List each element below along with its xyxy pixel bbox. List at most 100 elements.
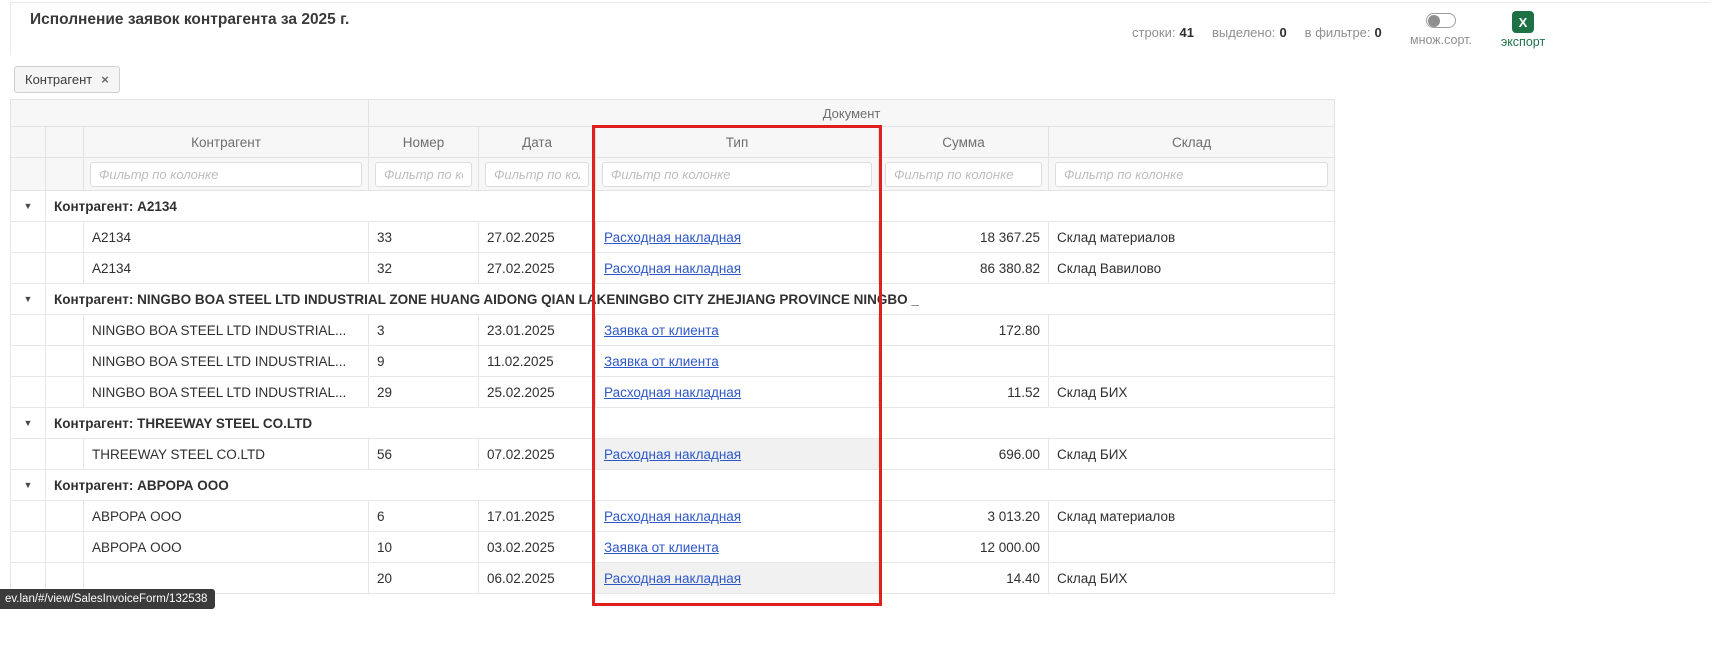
cell-type: Расходная накладная	[596, 439, 879, 470]
cell-number: 3	[369, 315, 479, 346]
cell-type: Расходная накладная	[596, 377, 879, 408]
cell-warehouse	[1049, 346, 1335, 377]
cell-number: 33	[369, 222, 479, 253]
header-select-col	[46, 127, 84, 158]
cell-amount: 11.52	[879, 377, 1049, 408]
cell-amount: 3 013.20	[879, 501, 1049, 532]
cell-warehouse: Склад БИХ	[1049, 439, 1335, 470]
filter-input-type[interactable]	[602, 162, 872, 187]
document-type-link[interactable]: Заявка от клиента	[604, 323, 719, 338]
group-collapse-toggle[interactable]: ▼	[11, 408, 46, 439]
cell-date: 23.01.2025	[479, 315, 596, 346]
cell-number: 29	[369, 377, 479, 408]
cell-select	[46, 346, 84, 377]
cell-amount: 696.00	[879, 439, 1049, 470]
document-type-link[interactable]: Расходная накладная	[604, 509, 741, 524]
table-row: АВРОРА ООО617.01.2025Расходная накладная…	[11, 501, 1335, 532]
group-row: ▼ Контрагент: АВРОРА ООО	[11, 470, 1335, 501]
filter-input-counterparty[interactable]	[90, 162, 362, 187]
header-spacer	[11, 100, 369, 127]
cell-arrow	[11, 222, 46, 253]
column-header-amount[interactable]: Сумма	[879, 127, 1049, 158]
column-header-warehouse[interactable]: Склад	[1049, 127, 1335, 158]
column-header-counterparty[interactable]: Контрагент	[84, 127, 369, 158]
document-type-link[interactable]: Расходная накладная	[604, 447, 741, 462]
close-icon[interactable]: ×	[101, 73, 109, 86]
column-header-number[interactable]: Номер	[369, 127, 479, 158]
group-collapse-toggle[interactable]: ▼	[11, 284, 46, 315]
group-chip-label: Контрагент	[25, 72, 92, 87]
rows-count-label: строки:	[1132, 25, 1175, 40]
table-row: А21343227.02.2025Расходная накладная86 3…	[11, 253, 1335, 284]
cell-number: 6	[369, 501, 479, 532]
cell-select	[46, 501, 84, 532]
cell-counterparty: АВРОРА ООО	[84, 501, 369, 532]
column-header-date[interactable]: Дата	[479, 127, 596, 158]
selected-count-value: 0	[1279, 25, 1286, 40]
export-label: экспорт	[1499, 35, 1547, 49]
group-collapse-toggle[interactable]: ▼	[11, 191, 46, 222]
page-title: Исполнение заявок контрагента за 2025 г.	[30, 11, 349, 29]
cell-arrow	[11, 315, 46, 346]
cell-warehouse	[1049, 315, 1335, 346]
table-row: NINGBO BOA STEEL LTD INDUSTRIAL...323.01…	[11, 315, 1335, 346]
chevron-down-icon: ▼	[24, 480, 33, 490]
cell-number: 32	[369, 253, 479, 284]
link-url-tooltip: ev.lan/#/view/SalesInvoiceForm/132538	[0, 589, 215, 609]
document-type-link[interactable]: Расходная накладная	[604, 230, 741, 245]
group-collapse-toggle[interactable]: ▼	[11, 470, 46, 501]
group-row: ▼Контрагент: THREEWAY STEEL CO.LTD	[11, 408, 1335, 439]
filter-input-number[interactable]	[375, 162, 472, 187]
cell-arrow	[11, 377, 46, 408]
filter-input-date[interactable]	[485, 162, 589, 187]
cell-amount: 14.40	[879, 563, 1049, 594]
table-row: THREEWAY STEEL CO.LTD5607.02.2025Расходн…	[11, 439, 1335, 470]
cell-date: 11.02.2025	[479, 346, 596, 377]
header-arrow-col	[11, 127, 46, 158]
cell-counterparty: NINGBO BOA STEEL LTD INDUSTRIAL...	[84, 346, 369, 377]
group-label: Контрагент: АВРОРА ООО	[46, 470, 1335, 501]
cell-type: Заявка от клиента	[596, 532, 879, 563]
link-url-text: ev.lan/#/view/SalesInvoiceForm/132538	[5, 593, 207, 605]
cell-amount: 86 380.82	[879, 253, 1049, 284]
export-button[interactable]: X экспорт	[1499, 11, 1547, 49]
cell-amount: 12 000.00	[879, 532, 1049, 563]
cell-type: Расходная накладная	[596, 501, 879, 532]
cell-counterparty: А2134	[84, 253, 369, 284]
selected-count-label: выделено:	[1212, 25, 1275, 40]
cell-warehouse: Склад БИХ	[1049, 563, 1335, 594]
document-type-link[interactable]: Расходная накладная	[604, 385, 741, 400]
group-chip-counterparty[interactable]: Контрагент ×	[14, 66, 120, 93]
cell-counterparty: А2134	[84, 222, 369, 253]
filter-select-col	[46, 158, 84, 191]
multisort-toggle[interactable]	[1426, 13, 1456, 28]
multisort-control: множ.сорт.	[1404, 13, 1478, 47]
filtered-count-value: 0	[1375, 25, 1382, 40]
panel-top-border	[10, 2, 1710, 3]
cell-amount: 172.80	[879, 315, 1049, 346]
document-type-link[interactable]: Расходная накладная	[604, 261, 741, 276]
cell-date: 25.02.2025	[479, 377, 596, 408]
document-type-link[interactable]: Заявка от клиента	[604, 540, 719, 555]
cell-type: Заявка от клиента	[596, 315, 879, 346]
filter-row	[11, 158, 1335, 191]
excel-icon-letter: X	[1519, 15, 1528, 30]
table-row: АВРОРА ООО1003.02.2025Заявка от клиента1…	[11, 532, 1335, 563]
group-header-row: Документ	[11, 100, 1335, 127]
document-type-link[interactable]: Заявка от клиента	[604, 354, 719, 369]
cell-counterparty: THREEWAY STEEL CO.LTD	[84, 439, 369, 470]
excel-icon: X	[1512, 11, 1534, 33]
column-header-row: Контрагент Номер Дата Тип Сумма Склад	[11, 127, 1335, 158]
multisort-label: множ.сорт.	[1404, 33, 1478, 47]
grid-stats: строки:41 выделено:0 в фильтре:0	[1132, 25, 1382, 40]
cell-amount: 18 367.25	[879, 222, 1049, 253]
group-row: ▼Контрагент: А2134	[11, 191, 1335, 222]
group-label: Контрагент: А2134	[46, 191, 1335, 222]
column-header-type[interactable]: Тип	[596, 127, 879, 158]
cell-type: Заявка от клиента	[596, 346, 879, 377]
cell-arrow	[11, 439, 46, 470]
cell-date: 06.02.2025	[479, 563, 596, 594]
filter-input-warehouse[interactable]	[1055, 162, 1328, 187]
document-type-link[interactable]: Расходная накладная	[604, 571, 741, 586]
filter-input-amount[interactable]	[885, 162, 1042, 187]
